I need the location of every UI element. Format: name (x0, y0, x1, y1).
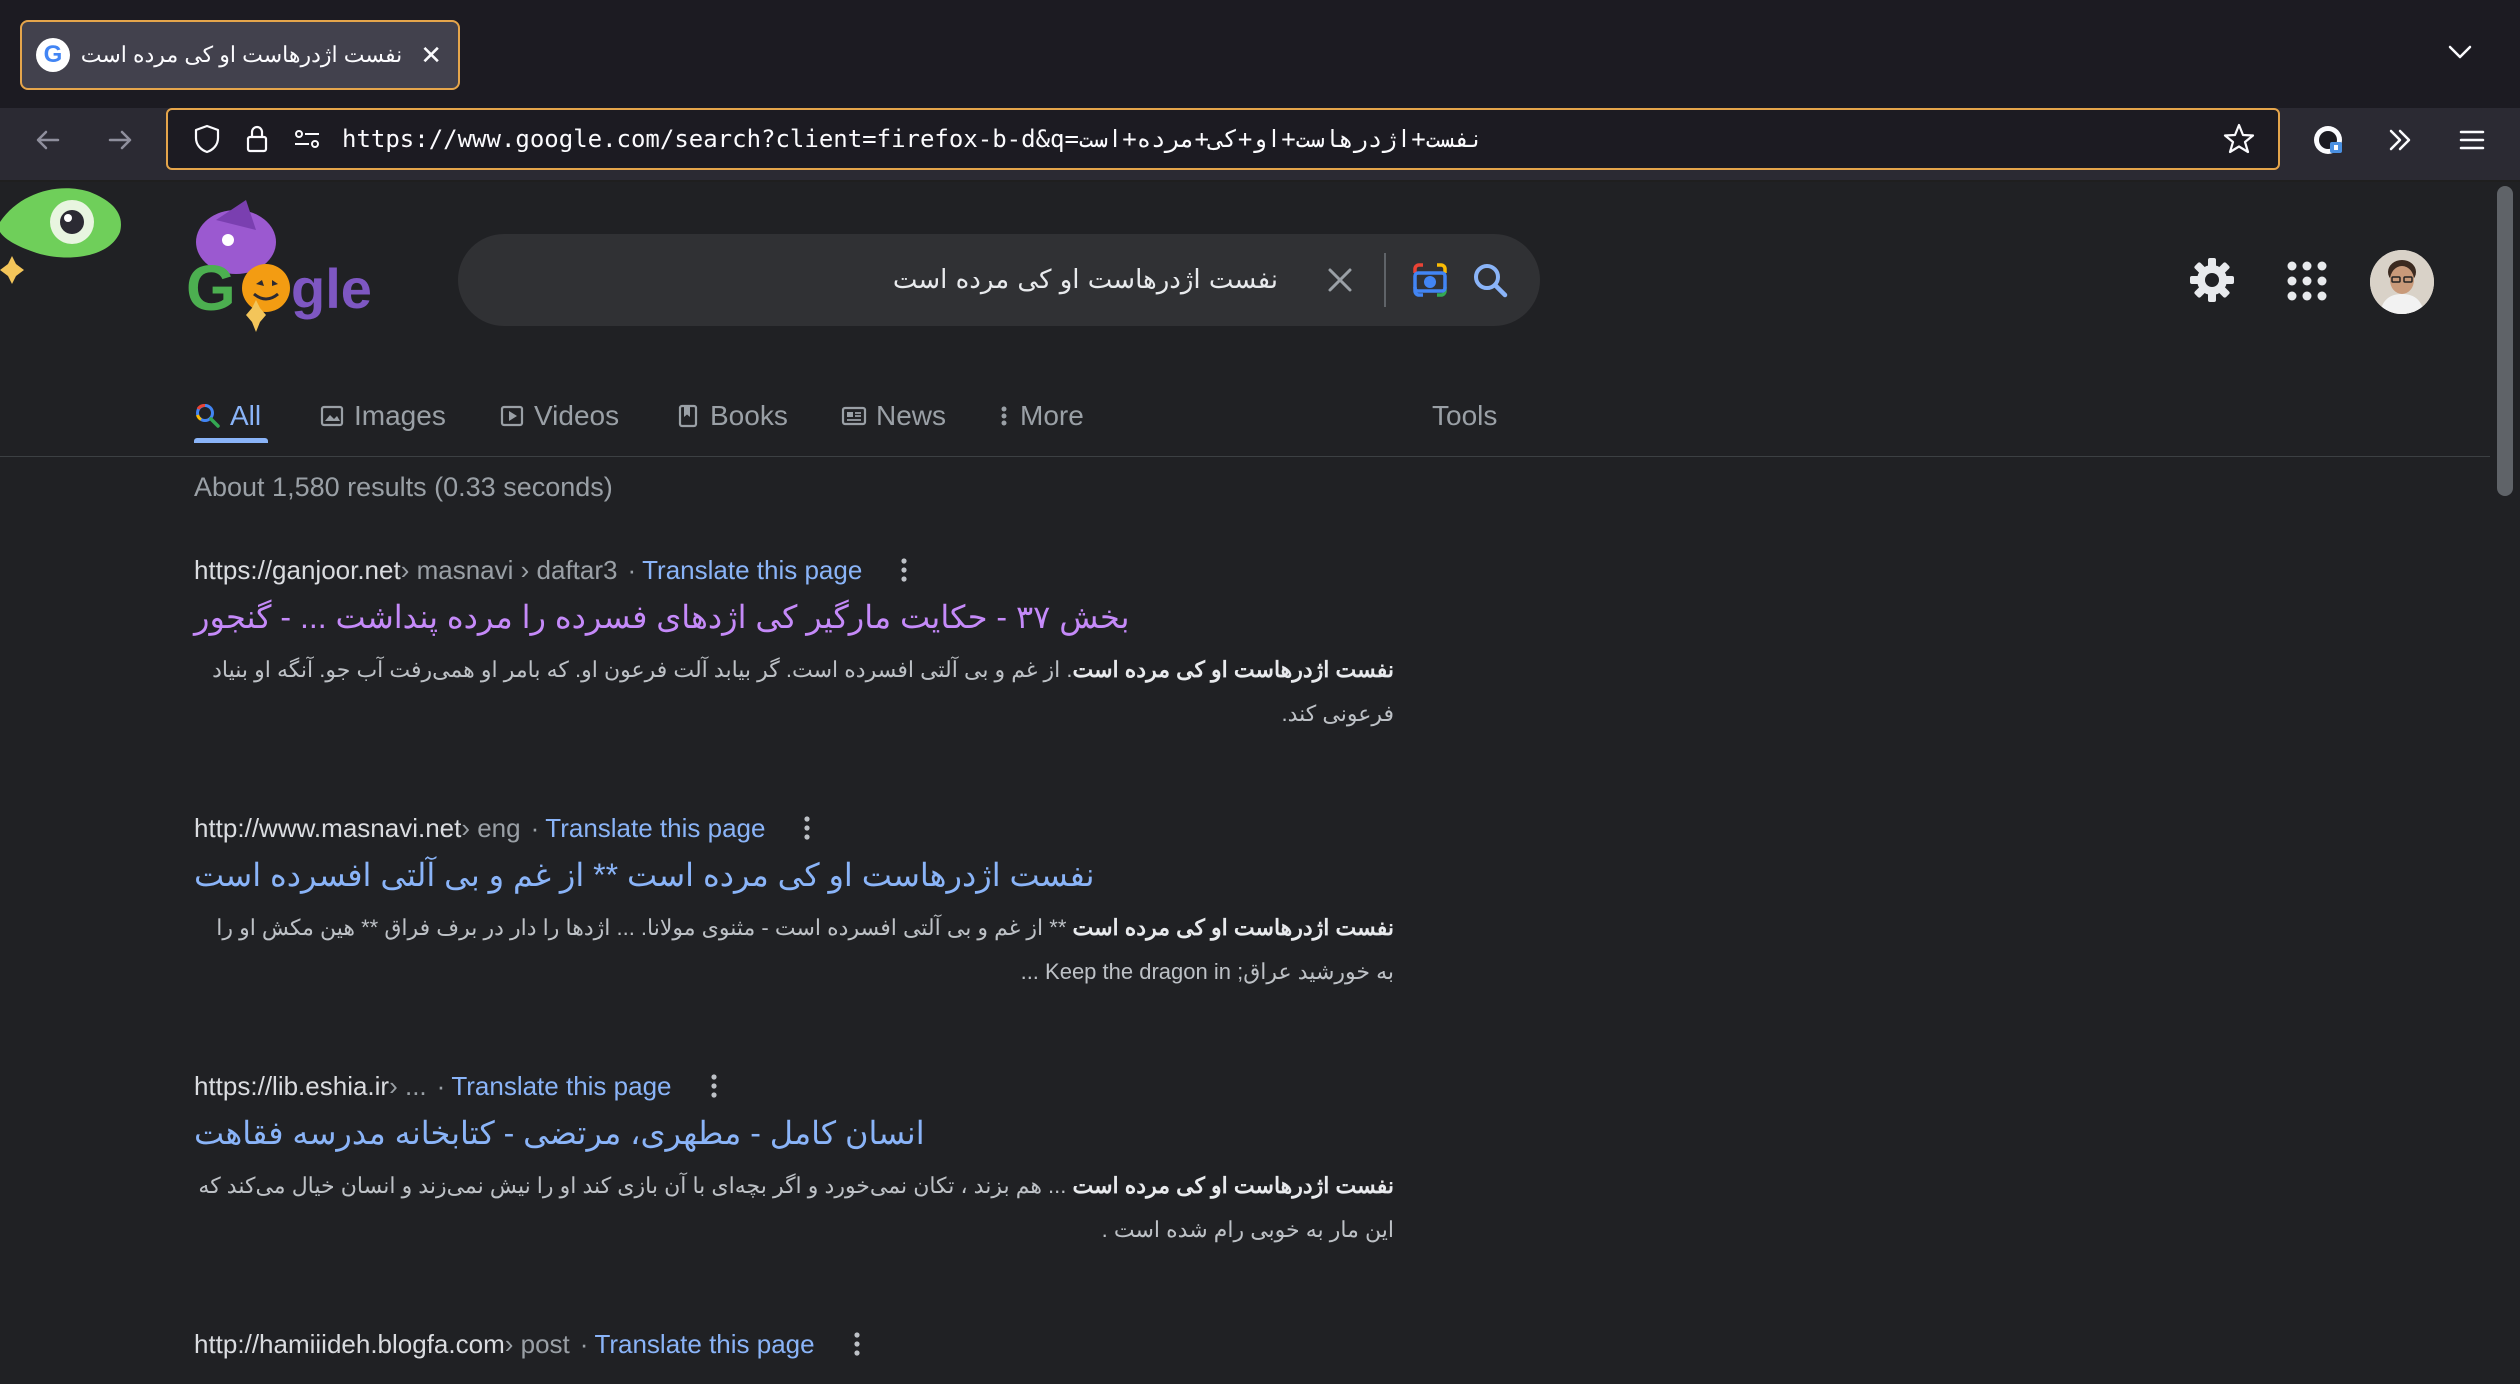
tracking-protection-shield-icon[interactable] (182, 119, 232, 159)
separator-dot: · (579, 1328, 589, 1359)
tab-more[interactable]: More (996, 376, 1084, 456)
tab-all-label: All (230, 400, 262, 431)
tab-news[interactable]: News (840, 376, 946, 456)
image-icon (320, 405, 344, 427)
address-bar[interactable]: https://www.google.com/search?client=fir… (166, 108, 2280, 170)
snippet-highlight: نفست اژدرهاست او کی مرده است (1072, 657, 1394, 682)
result-title-link[interactable]: انسان کامل - مطهری، مرتضی - کتابخانه مدر… (194, 1114, 1394, 1160)
result-cite[interactable]: https://ganjoor.net › masnavi › daftar3 … (194, 550, 1394, 590)
search-result: https://lib.eshia.ir › ... · Translate t… (194, 1066, 1394, 1252)
result-snippet: نفست اژدرهاست او کی مرده است ** از غم و … (194, 906, 1394, 994)
tab-tools[interactable]: Tools (1432, 376, 1497, 456)
tab-more-label: More (1020, 400, 1084, 431)
result-stats: About 1,580 results (0.33 seconds) (194, 472, 613, 502)
tab-title: نفست اژدرهاست او کی مرده است (80, 42, 403, 67)
news-icon (841, 406, 867, 426)
tab-close-icon[interactable]: ✕ (420, 40, 442, 71)
result-title-link[interactable]: نفست اژدرهاست او کی مرده است ** از غم و … (194, 856, 1394, 902)
tab-tools-label: Tools (1432, 400, 1498, 431)
back-arrow-icon[interactable] (20, 112, 76, 168)
result-cite[interactable]: https://lib.eshia.ir › ... · Translate t… (194, 1066, 1394, 1106)
translate-link[interactable]: Translate this page (545, 813, 765, 844)
result-cite[interactable]: http://hamiiideh.blogfa.com › post · Tra… (194, 1324, 1394, 1364)
result-site[interactable]: http://hamiiideh.blogfa.com (194, 1329, 505, 1360)
google-results-page: G gle نفست اژدرهاست او کی مرده است All I… (0, 182, 2490, 1384)
result-site[interactable]: https://lib.eshia.ir (194, 1071, 389, 1102)
result-options-kebab-icon[interactable] (702, 1068, 726, 1104)
google-apps-grid-icon[interactable] (2282, 256, 2332, 306)
book-icon (678, 404, 698, 428)
clear-search-x-icon[interactable] (1310, 250, 1370, 310)
google-favicon-icon: G (36, 38, 70, 72)
translate-link[interactable]: Translate this page (642, 555, 862, 586)
more-tools-chevrons-icon[interactable] (2372, 112, 2428, 168)
result-options-kebab-icon[interactable] (845, 1326, 869, 1362)
tab-news-label: News (876, 400, 947, 431)
extension-icon[interactable] (2300, 112, 2356, 168)
result-options-kebab-icon[interactable] (892, 552, 916, 588)
search-result: https://ganjoor.net › masnavi › daftar3 … (194, 550, 1394, 736)
lock-icon[interactable] (232, 119, 282, 159)
search-tabs: All Images Videos Books News More Tools (0, 376, 2490, 457)
search-result: http://hamiiideh.blogfa.com › post · Tra… (194, 1324, 1394, 1364)
tab-videos[interactable]: Videos (498, 376, 619, 456)
bookmark-star-icon[interactable] (2214, 119, 2264, 159)
more-vertical-dots-icon (1001, 406, 1007, 426)
svg-text:G: G (186, 252, 236, 324)
url-text[interactable]: https://www.google.com/search?client=fir… (332, 125, 2214, 153)
result-snippet: نفست اژدرهاست او کی مرده است. از غم و بی… (194, 648, 1394, 736)
search-input[interactable] (458, 250, 1310, 310)
result-title-link[interactable]: بخش ۳۷ - حکایت مارگیر کی اژدهای فسرده را… (194, 598, 1394, 644)
page-scrollbar-thumb[interactable] (2497, 186, 2513, 496)
video-play-icon (500, 405, 524, 427)
all-search-icon (196, 404, 220, 428)
result-cite[interactable]: http://www.masnavi.net › eng · Translate… (194, 808, 1394, 848)
search-box[interactable] (458, 234, 1540, 326)
separator-dot: · (530, 812, 540, 843)
snippet-highlight: نفست اژدرهاست او کی مرده است (1072, 915, 1394, 940)
tab-images[interactable]: Images (318, 376, 446, 456)
result-path: › eng (461, 812, 521, 843)
search-magnifier-icon[interactable] (1460, 250, 1520, 310)
result-options-kebab-icon[interactable] (795, 810, 819, 846)
tab-books-label: Books (710, 400, 788, 431)
snippet-highlight: نفست اژدرهاست او کی مرده است (1072, 1173, 1394, 1198)
halloween-doodle-fragment-icon (0, 182, 130, 292)
result-site[interactable]: http://www.masnavi.net (194, 813, 461, 844)
google-lens-camera-icon[interactable] (1400, 250, 1460, 310)
translate-link[interactable]: Translate this page (451, 1071, 671, 1102)
separator-dot: · (436, 1070, 446, 1101)
result-snippet: نفست اژدرهاست او کی مرده است ... هم بزند… (194, 1164, 1394, 1252)
result-path: › post (504, 1328, 570, 1359)
active-tab-indicator (194, 438, 268, 443)
tab-all[interactable]: All (194, 376, 261, 456)
result-path: › ... (389, 1070, 427, 1101)
forward-arrow-icon[interactable] (92, 112, 148, 168)
result-site[interactable]: https://ganjoor.net (194, 555, 401, 586)
permissions-icon[interactable] (282, 119, 332, 159)
list-all-tabs-chevron-down-icon[interactable] (2442, 34, 2478, 70)
svg-text:gle: gle (291, 257, 372, 320)
result-path: › masnavi › daftar3 (400, 554, 618, 585)
tab-books[interactable]: Books (674, 376, 788, 456)
search-divider (1384, 253, 1386, 307)
settings-gear-icon[interactable] (2186, 254, 2238, 306)
tab-images-label: Images (354, 400, 446, 431)
search-result: http://www.masnavi.net › eng · Translate… (194, 808, 1394, 994)
translate-link[interactable]: Translate this page (594, 1329, 814, 1360)
account-avatar[interactable] (2370, 250, 2434, 314)
browser-tab[interactable]: G نفست اژدرهاست او کی مرده است ✕ (20, 20, 460, 90)
google-doodle-logo[interactable]: G gle (176, 200, 376, 340)
tab-videos-label: Videos (534, 400, 620, 431)
hamburger-menu-icon[interactable] (2444, 112, 2500, 168)
separator-dot: · (627, 554, 637, 585)
